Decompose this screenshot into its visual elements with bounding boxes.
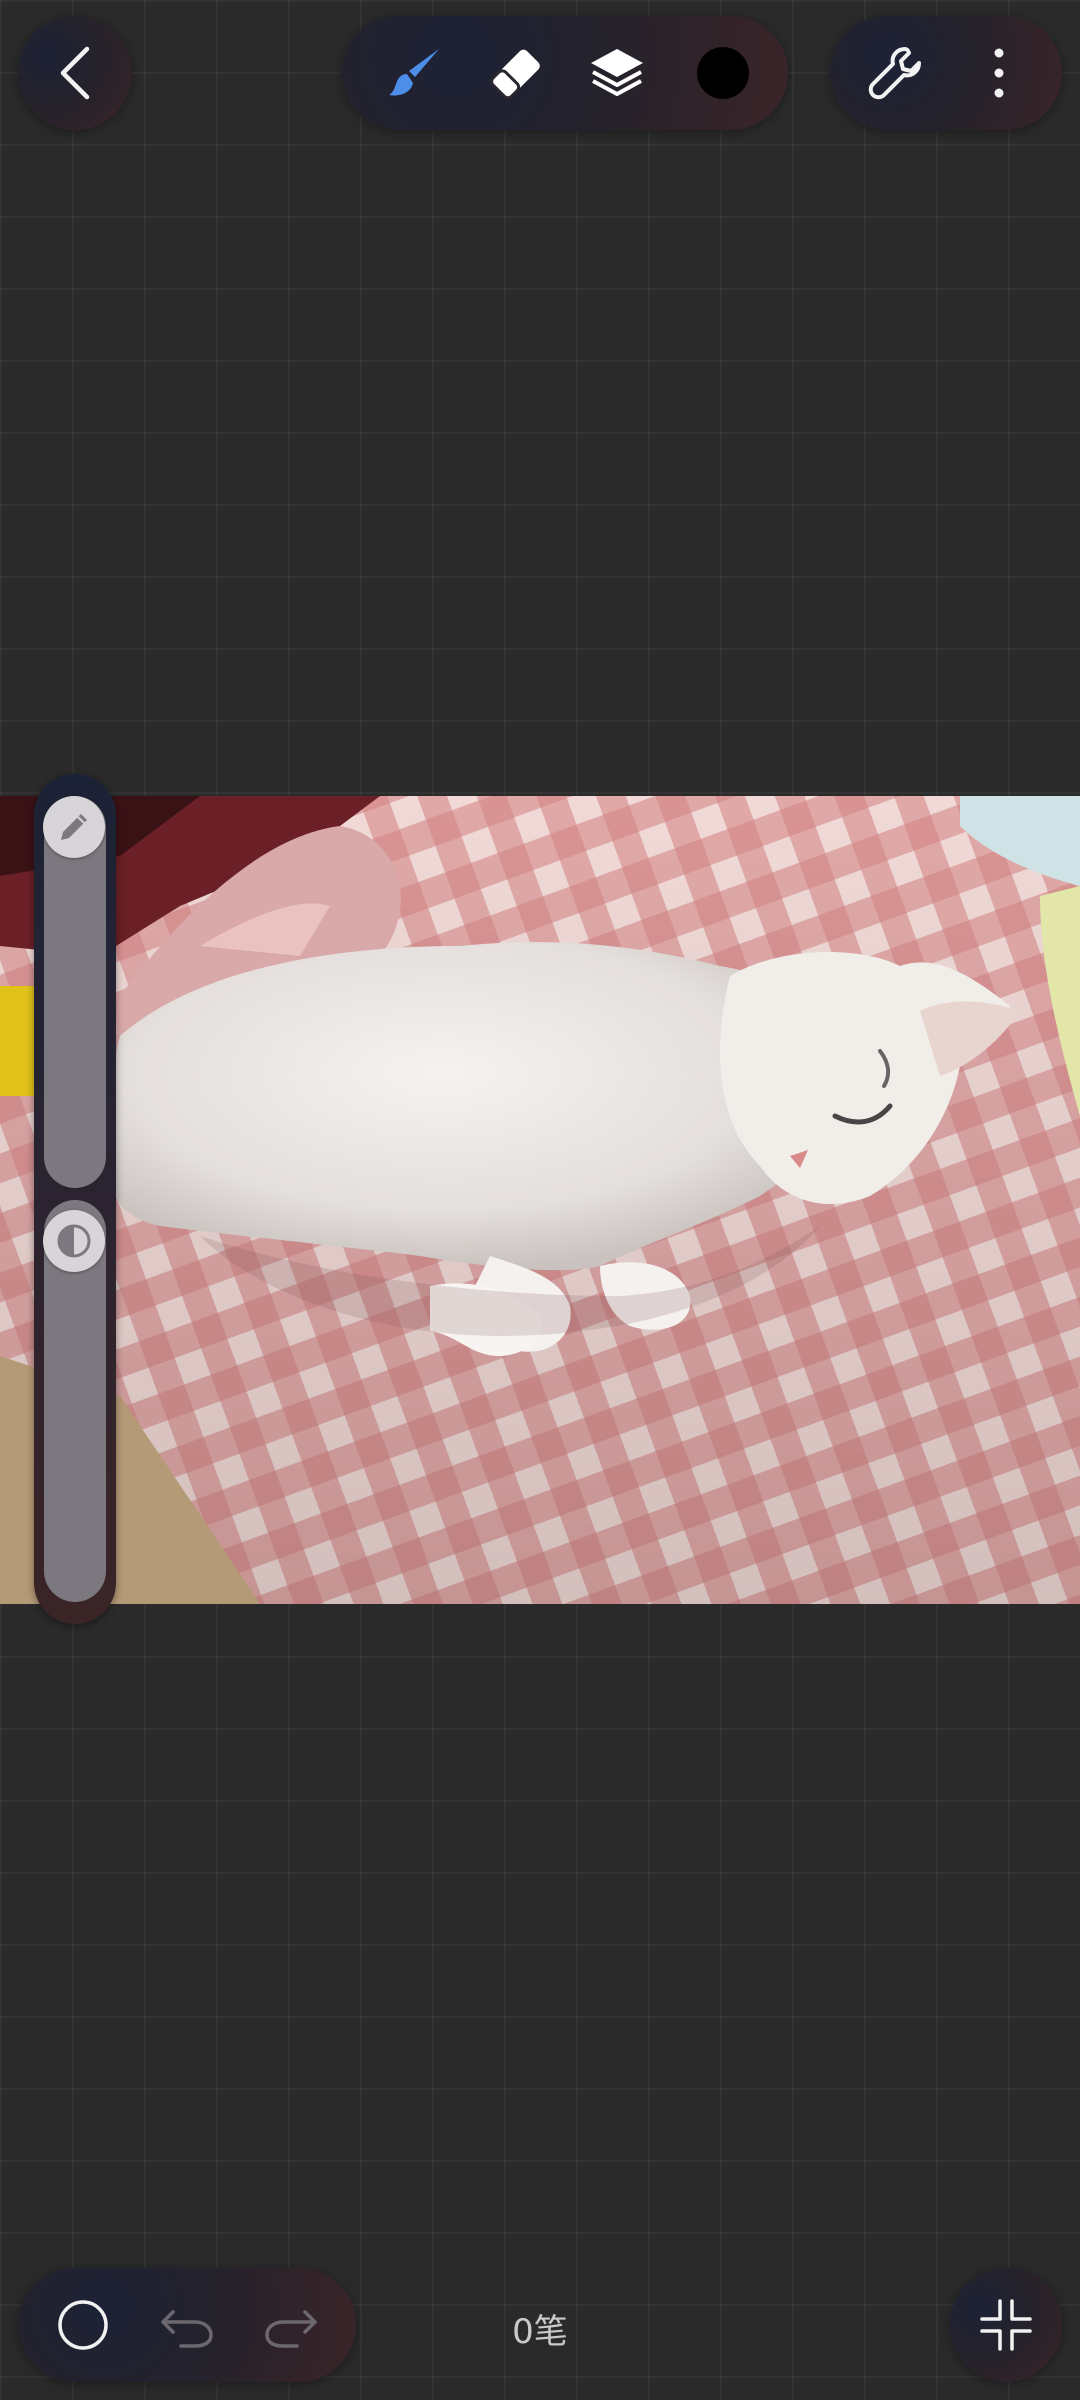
brush-size-knob[interactable] [43, 796, 105, 858]
drawing-app: 0笔 [0, 0, 1080, 2400]
back-button[interactable] [18, 16, 132, 130]
stroke-count: 0笔 [512, 2312, 568, 2352]
tools-toolbar [342, 16, 788, 130]
brush-preview-button[interactable] [40, 2282, 126, 2368]
eraser-icon [490, 49, 540, 100]
color-picker-button[interactable] [680, 30, 766, 116]
settings-toolbar [830, 16, 1062, 130]
more-options-button[interactable] [956, 30, 1042, 116]
history-toolbar [18, 2268, 356, 2382]
cat-photo [0, 796, 1080, 1604]
canvas-photo[interactable] [0, 796, 1080, 1604]
collapse-icon [950, 2268, 1062, 2382]
layers-tool-button[interactable] [574, 30, 660, 116]
chevron-left-icon [18, 16, 132, 130]
redo-button[interactable] [248, 2282, 334, 2368]
wrench-icon [868, 47, 921, 100]
undo-button[interactable] [144, 2282, 230, 2368]
eraser-tool-button[interactable] [472, 30, 558, 116]
brush-icon [389, 49, 439, 96]
layers-icon [591, 49, 643, 96]
settings-button[interactable] [852, 30, 938, 116]
more-vertical-icon [994, 48, 1004, 98]
undo-icon [161, 2310, 213, 2348]
brush-opacity-knob[interactable] [43, 1210, 105, 1272]
opacity-icon [57, 1224, 91, 1258]
redo-icon [265, 2310, 317, 2348]
exit-fullscreen-button[interactable] [950, 2268, 1062, 2382]
circle-outline-icon [58, 2300, 108, 2350]
pencil-icon [61, 814, 87, 840]
brush-tool-button[interactable] [372, 30, 458, 116]
color-swatch-icon [697, 47, 749, 99]
brush-slider-panel [34, 774, 116, 1624]
